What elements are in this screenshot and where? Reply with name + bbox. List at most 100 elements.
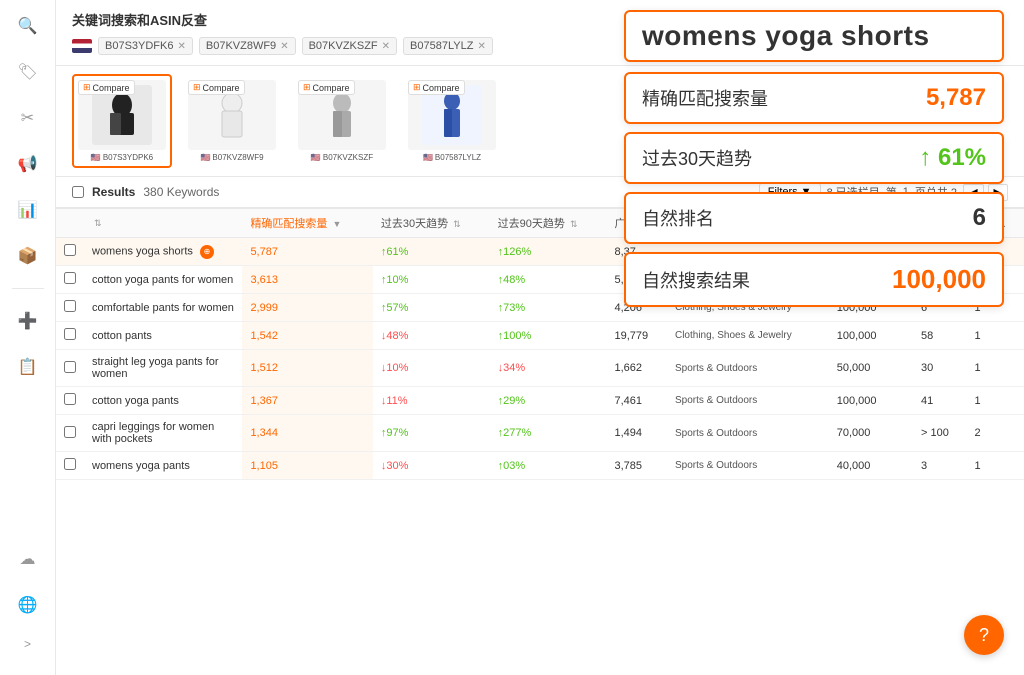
compare-btn-4[interactable]: Compare (408, 80, 465, 95)
category-cell-5: Sports & Outdoors (667, 387, 829, 415)
col-header-trend90[interactable]: 过去90天趋势 ⇅ (490, 209, 607, 238)
trend90-cell-0: ↑126% (490, 238, 607, 266)
broad-cell-4: 1,662 (606, 350, 667, 387)
stat-label-1: 精确匹配搜索量 (642, 85, 768, 111)
asin-tag-3[interactable]: B07KVZKSZF ✕ (302, 37, 397, 55)
sidebar-icon-search[interactable]: 🔍 (14, 12, 42, 40)
compare-btn-2[interactable]: Compare (188, 80, 245, 95)
trend90-cell-4: ↓34% (490, 350, 607, 387)
close-icon-3[interactable]: ✕ (382, 41, 390, 52)
category-cell-4: Sports & Outdoors (667, 350, 829, 387)
trend90-value-6: ↑277% (498, 427, 532, 439)
trend90-value-1: ↑48% (498, 274, 526, 286)
search-vol-value-1: 3,613 (250, 274, 278, 286)
col-header-search-vol[interactable]: 精确匹配搜索量 ▼ (242, 209, 372, 238)
search-vol-cell-6: 1,344 (242, 415, 372, 452)
product-card-2[interactable]: Compare 🇺🇸 B07KVZ8WF9 (182, 74, 282, 168)
search-vol-value-7: 1,105 (250, 460, 278, 472)
close-icon-1[interactable]: ✕ (177, 41, 185, 52)
sponsored-cell-5: 1 (966, 387, 1024, 415)
sidebar-icon-chart[interactable]: 📊 (14, 196, 42, 224)
broad-cell-3: 19,779 (606, 322, 667, 350)
trend90-cell-6: ↑277% (490, 415, 607, 452)
asin-tag-2[interactable]: B07KVZ8WF9 ✕ (199, 37, 296, 55)
sort-icon-keyword: ⇅ (94, 218, 102, 228)
keyword-cell-0: womens yoga shorts ⊕ (84, 238, 242, 266)
keyword-cell-5: cotton yoga pants (84, 387, 242, 415)
keyword-cell-7: womens yoga pants (84, 452, 242, 480)
row-checkbox-0[interactable] (64, 244, 76, 256)
search-vol-value-3: 1,542 (250, 330, 278, 342)
sidebar-icon-globe[interactable]: 🌐 (14, 591, 42, 619)
keyword-cell-2: comfortable pants for women (84, 294, 242, 322)
product-label-4: 🇺🇸 B07587LYLZ (408, 153, 496, 162)
compare-btn-3[interactable]: Compare (298, 80, 355, 95)
sidebar-icon-list[interactable]: 📋 (14, 353, 42, 381)
sidebar-icon-cut[interactable]: ✂ (14, 104, 42, 132)
keyword-count: 380 Keywords (143, 185, 219, 199)
category-cell-3: Clothing, Shoes & Jewelry (667, 322, 829, 350)
table-row: cotton yoga pants 1,367 ↓11% ↑29% 7,461 … (56, 387, 1024, 415)
results-info: Results 380 Keywords (72, 185, 219, 199)
trend30-cell-1: ↑10% (373, 266, 490, 294)
select-all-checkbox[interactable] (72, 186, 84, 198)
row-checkbox-2[interactable] (64, 300, 76, 312)
col-header-keyword[interactable]: ⇅ (84, 209, 242, 238)
stat-box-2: 过去30天趋势 ↑ 61% (624, 132, 1004, 184)
trend30-value-2: ↑57% (381, 302, 409, 314)
col-header-trend30[interactable]: 过去30天趋势 ⇅ (373, 209, 490, 238)
trend90-value-3: ↑100% (498, 330, 532, 342)
trend30-value-5: ↓11% (381, 395, 408, 407)
asin-tag-1[interactable]: B07S3YDFK6 ✕ (98, 37, 193, 55)
help-fab[interactable]: ? (964, 615, 1004, 655)
main-container: 🔍 🏷 ✂ 📢 📊 📦 ➕ 📋 ☁ 🌐 > 关键词搜索和ASIN反查 B07S3… (0, 0, 1024, 675)
search-vol-cell-2: 2,999 (242, 294, 372, 322)
row-checkbox-cell (56, 350, 84, 387)
trend30-cell-5: ↓11% (373, 387, 490, 415)
organic-cell-3: 100,000 (829, 322, 913, 350)
compare-btn-1[interactable]: Compare (78, 80, 135, 95)
sidebar-expand[interactable]: > (24, 637, 31, 651)
search-vol-value-5: 1,367 (250, 395, 278, 407)
row-checkbox-6[interactable] (64, 426, 76, 438)
rank-cell-3: 58 (913, 322, 966, 350)
product-card-3[interactable]: Compare 🇺🇸 B07KVZKSZF (292, 74, 392, 168)
row-checkbox-4[interactable] (64, 361, 76, 373)
product-card-4[interactable]: Compare 🇺🇸 B07587LYLZ (402, 74, 502, 168)
sidebar-icon-tags[interactable]: 🏷 (14, 58, 42, 86)
keyword-cell-3: cotton pants (84, 322, 242, 350)
row-checkbox-cell (56, 238, 84, 266)
row-checkbox-3[interactable] (64, 328, 76, 340)
sidebar-divider (12, 288, 44, 289)
row-checkbox-7[interactable] (64, 458, 76, 470)
broad-cell-6: 1,494 (606, 415, 667, 452)
asin-tag-4[interactable]: B07587LYLZ ✕ (403, 37, 493, 55)
row-checkbox-5[interactable] (64, 393, 76, 405)
product-label-2: 🇺🇸 B07KVZ8WF9 (188, 153, 276, 162)
trend90-value-7: ↑03% (498, 460, 526, 472)
organic-cell-5: 100,000 (829, 387, 913, 415)
sidebar-icon-box[interactable]: 📦 (14, 242, 42, 270)
search-vol-cell-3: 1,542 (242, 322, 372, 350)
keyword-icon-0[interactable]: ⊕ (200, 245, 214, 259)
table-row: capri leggings for women with pockets 1,… (56, 415, 1024, 452)
title-box: womens yoga shorts (624, 10, 1004, 62)
trend30-value-1: ↑10% (381, 274, 409, 286)
row-checkbox-1[interactable] (64, 272, 76, 284)
organic-cell-4: 50,000 (829, 350, 913, 387)
trend90-cell-7: ↑03% (490, 452, 607, 480)
search-vol-cell-7: 1,105 (242, 452, 372, 480)
organic-cell-7: 40,000 (829, 452, 913, 480)
sidebar-icon-add[interactable]: ➕ (14, 307, 42, 335)
sidebar: 🔍 🏷 ✂ 📢 📊 📦 ➕ 📋 ☁ 🌐 > (0, 0, 56, 675)
stat-value-4: 100,000 (892, 264, 986, 295)
product-card-1[interactable]: Compare 🇺🇸 B07S3YDPK6 (72, 74, 172, 168)
stat-label-2: 过去30天趋势 (642, 145, 752, 171)
close-icon-4[interactable]: ✕ (477, 41, 485, 52)
sidebar-icon-cloud[interactable]: ☁ (14, 545, 42, 573)
category-cell-6: Sports & Outdoors (667, 415, 829, 452)
close-icon-2[interactable]: ✕ (280, 41, 288, 52)
stat-box-1: 精确匹配搜索量 5,787 (624, 72, 1004, 124)
sidebar-icon-ads[interactable]: 📢 (14, 150, 42, 178)
row-checkbox-cell (56, 387, 84, 415)
